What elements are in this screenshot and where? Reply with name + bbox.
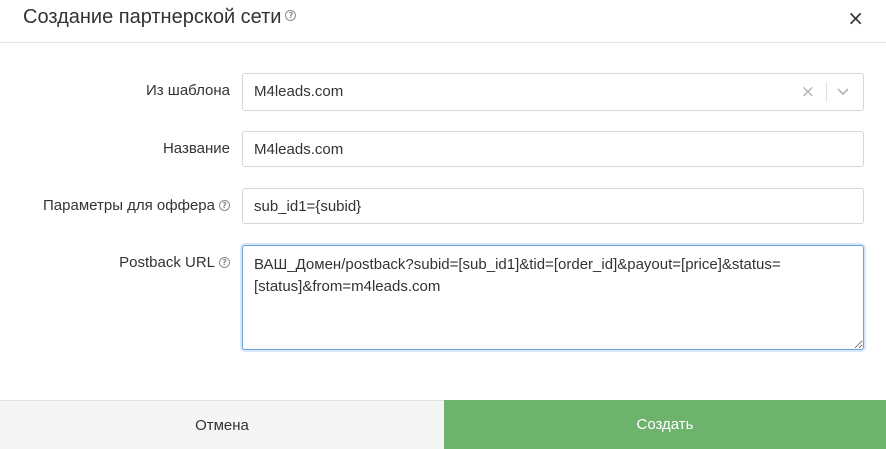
template-select-value: M4leads.com [254,83,344,100]
help-icon[interactable]: ? [219,199,230,211]
modal-title-text: Создание партнерской сети [23,6,282,28]
clear-icon[interactable]: × [801,82,815,102]
modal-footer: Отмена Создать [0,400,886,449]
postback-url-textarea[interactable]: ВАШ_Домен/postback?subid=[sub_id1]&tid=[… [242,245,864,350]
chevron-down-icon[interactable] [836,84,850,98]
modal-header: Создание партнерской сети? × [0,0,886,43]
create-button[interactable]: Создать [444,400,886,449]
select-divider [826,82,827,102]
name-input[interactable] [242,131,864,167]
modal-title: Создание партнерской сети? [23,6,297,29]
close-icon[interactable]: × [847,8,864,28]
template-select[interactable]: M4leads.com × [242,73,864,111]
offer-params-label-text: Параметры для оффера [43,197,215,214]
help-icon[interactable]: ? [285,10,297,22]
template-label: Из шаблона [145,82,230,99]
offer-params-input[interactable] [242,188,864,224]
cancel-button[interactable]: Отмена [0,400,444,449]
postback-url-label: Postback URL? [119,254,230,271]
postback-url-label-text: Postback URL [119,254,215,271]
offer-params-label: Параметры для оффера? [43,197,230,214]
name-label: Название [162,140,230,157]
help-icon[interactable]: ? [219,256,230,268]
